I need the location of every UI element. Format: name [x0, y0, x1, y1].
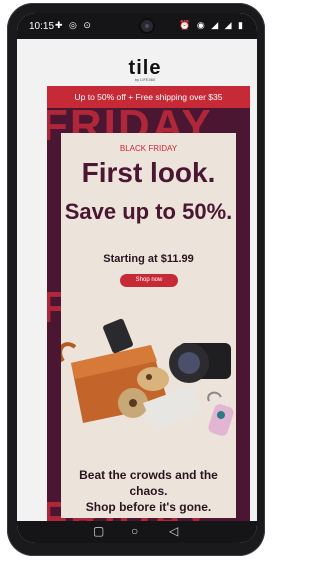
footer-copy: Beat the crowds and the chaos. Shop befo…: [61, 467, 236, 515]
shop-now-button[interactable]: Shop now: [120, 274, 178, 287]
tile-logo[interactable]: tile by LIFE360: [128, 57, 162, 83]
shipping-banner-text: Up to 50% off + Free shipping over $35: [74, 92, 223, 102]
phone-frame: 10:15 ✚ ◎ ⊙ ⏰ ◉ ◢ ◢ ▮ tile by LIFE360 FR…: [7, 3, 265, 556]
email-header: tile by LIFE360: [17, 39, 257, 89]
shipping-banner: Up to 50% off + Free shipping over $35: [47, 86, 250, 108]
eyebrow-label: BLACK FRIDAY: [119, 144, 178, 153]
subheadline: Save up to 50%.: [64, 199, 233, 224]
status-time: 10:15: [29, 21, 55, 32]
back-button[interactable]: ◁: [169, 525, 178, 537]
logo-wordmark: tile: [128, 57, 162, 79]
android-nav-bar: ▢ ○ ◁: [17, 521, 257, 543]
footer-line-2: Shop before it's gone.: [85, 500, 212, 514]
recent-apps-button[interactable]: ▢: [93, 525, 104, 537]
status-bar: 10:15 ✚ ◎ ⊙ ⏰ ◉ ◢ ◢ ▮: [17, 13, 257, 39]
promo-banner[interactable]: FRIDAY FRIDAY FRIDAY Up to 50% off + Fre…: [47, 86, 250, 541]
home-button[interactable]: ○: [131, 525, 138, 537]
notification-icons: ✚ ◎ ⊙: [55, 20, 93, 30]
phone-screen: 10:15 ✚ ◎ ⊙ ⏰ ◉ ◢ ◢ ▮ tile by LIFE360 FR…: [17, 13, 257, 543]
starting-price: Starting at $11.99: [103, 253, 194, 265]
product-collage-image: [61, 318, 234, 436]
offer-card: BLACK FRIDAY First look. Save up to 50%.…: [61, 133, 236, 518]
system-status-icons: ⏰ ◉ ◢ ◢ ▮: [179, 20, 245, 30]
headline: First look.: [81, 157, 216, 188]
front-camera-icon: [141, 20, 153, 32]
footer-line-1: Beat the crowds and the chaos.: [79, 468, 218, 498]
